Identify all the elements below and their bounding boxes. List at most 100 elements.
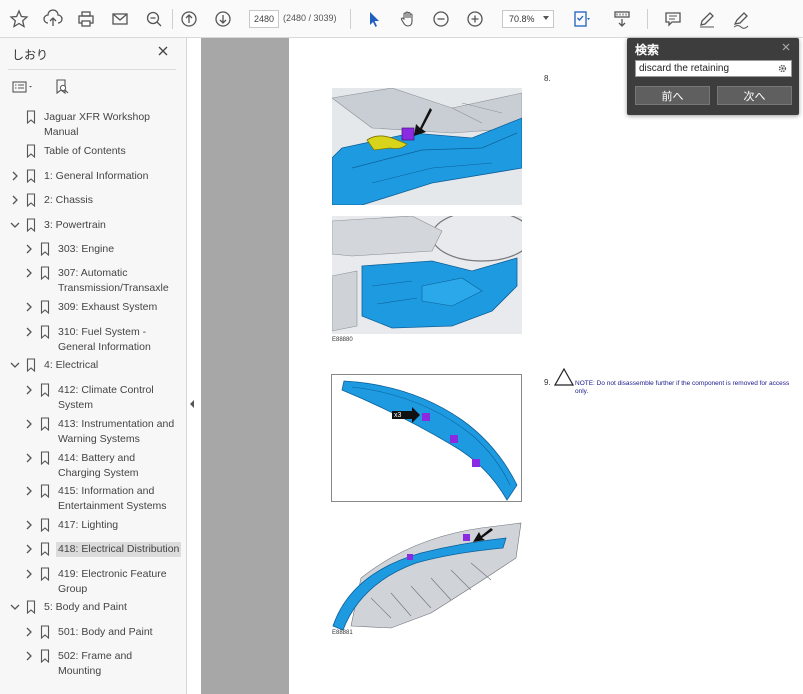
bookmark-label-line: 501: Body and Paint (58, 626, 153, 638)
bookmark-label: 4: Electrical (42, 358, 100, 373)
bookmark-label-line: 310: Fuel System - (58, 326, 147, 338)
find-title: 検索 (635, 43, 660, 57)
bookmark-label: 310: Fuel System - General Information (56, 325, 153, 354)
chevron-right-icon[interactable] (24, 419, 34, 429)
zoom-in-icon[interactable] (462, 6, 488, 32)
chevron-down-icon[interactable] (10, 360, 20, 370)
select-arrow-icon[interactable] (361, 6, 387, 32)
bookmark-label-line: Mounting (58, 664, 102, 677)
chevron-right-icon[interactable] (10, 171, 20, 181)
bookmark-label: 413: Instrumentation and Warning Systems (56, 417, 176, 446)
bookmark-icon (40, 649, 50, 663)
bookmark-label: Jaguar XFR Workshop Manual (42, 110, 152, 139)
bookmark-label: 5: Body and Paint (42, 600, 129, 615)
warning-icon (553, 367, 575, 386)
sign-icon[interactable] (728, 6, 754, 32)
chevron-down-icon[interactable] (10, 602, 20, 612)
bookmark-icon (26, 144, 36, 158)
find-next-button[interactable]: 次へ (717, 86, 792, 105)
fit-page-icon[interactable] (568, 6, 594, 32)
chevron-right-icon[interactable] (24, 244, 34, 254)
chevron-right-icon[interactable] (24, 651, 34, 661)
bookmark-item[interactable]: 412: Climate Control System (0, 383, 186, 413)
bookmark-star-icon[interactable] (6, 6, 32, 32)
bookmark-label-line: 413: Instrumentation and (58, 418, 175, 430)
bookmark-icon (26, 169, 36, 183)
bookmark-label: 419: Electronic Feature Group (56, 567, 169, 596)
bookmark-icon (26, 110, 36, 124)
chevron-right-icon[interactable] (24, 385, 34, 395)
close-icon[interactable] (781, 42, 791, 52)
hand-icon[interactable] (395, 6, 421, 32)
bookmark-label: 502: Frame and Mounting (56, 649, 134, 678)
scroll-mode-icon[interactable] (609, 6, 635, 32)
email-icon[interactable] (107, 6, 133, 32)
bookmark-item[interactable]: 414: Battery and Charging System (0, 451, 186, 481)
bookmark-label-line: 5: Body and Paint (44, 601, 127, 613)
figure-caption: E88881 (332, 630, 353, 636)
chevron-right-icon[interactable] (24, 520, 34, 530)
options-menu-button[interactable] (12, 78, 36, 96)
gear-icon[interactable] (777, 63, 788, 74)
bookmark-item[interactable]: 415: Information and Entertainment System… (0, 484, 186, 514)
find-previous-button[interactable]: 前へ (635, 86, 710, 105)
zoom-select[interactable]: 70.8% (502, 10, 554, 28)
chevron-right-icon[interactable] (10, 195, 20, 205)
find-query: discard the retaining (639, 63, 730, 74)
pdf-page: E88880 8. x3 9. NOTE: Do not disassemble… (289, 38, 803, 694)
bookmark-icon (26, 358, 36, 372)
bookmark-icon (26, 600, 36, 614)
close-icon[interactable] (156, 44, 170, 58)
bookmark-icon (40, 542, 50, 556)
find-input[interactable]: discard the retaining (635, 60, 792, 77)
chevron-right-icon[interactable] (24, 544, 34, 554)
bookmark-label-line: 418: Electrical Distribution (58, 543, 180, 555)
collapse-panel-icon[interactable] (188, 398, 196, 410)
bookmark-search-icon (56, 79, 69, 95)
bookmark-label-line: Warning Systems (58, 432, 140, 445)
bookmark-label-line: 4: Electrical (44, 359, 99, 371)
bookmark-label-line: 412: Climate Control (58, 384, 154, 396)
page-up-icon[interactable] (176, 6, 202, 32)
chevron-right-icon[interactable] (24, 327, 34, 337)
bookmark-item[interactable]: 310: Fuel System - General Information (0, 325, 186, 355)
bookmark-item[interactable]: 502: Frame and Mounting (0, 649, 186, 679)
comment-icon[interactable] (660, 6, 686, 32)
document-viewport[interactable]: E88880 8. x3 9. NOTE: Do not disassemble… (201, 38, 803, 694)
chevron-right-icon[interactable] (24, 453, 34, 463)
bookmark-label-line: 303: Engine (58, 243, 115, 255)
bookmark-icon (40, 242, 50, 256)
chevron-right-icon[interactable] (24, 569, 34, 579)
find-bookmark-button[interactable] (54, 78, 70, 96)
chevron-down-icon (543, 16, 549, 20)
bookmark-item[interactable]: Jaguar XFR Workshop Manual (0, 110, 186, 140)
bookmark-icon (26, 193, 36, 207)
page-down-icon[interactable] (210, 6, 236, 32)
bookmark-item[interactable]: 419: Electronic Feature Group (0, 567, 186, 597)
bookmark-label: 303: Engine (56, 242, 116, 257)
toolbar-separator (350, 9, 351, 29)
figure-e88880-top (332, 88, 522, 205)
bookmark-label: 2: Chassis (42, 193, 95, 208)
bookmark-item[interactable]: 307: Automatic Transmission/Transaxle (0, 266, 186, 296)
page-number-input[interactable]: 2480 (249, 10, 279, 28)
bookmark-item[interactable]: 413: Instrumentation and Warning Systems (0, 417, 186, 447)
print-icon[interactable] (73, 6, 99, 32)
note-text: NOTE: Do not disassemble further if the … (575, 380, 790, 395)
chevron-right-icon[interactable] (24, 302, 34, 312)
bookmark-label-line: 1: General Information (44, 170, 149, 182)
toolbar-separator (647, 9, 648, 29)
zoom-search-icon[interactable] (141, 6, 167, 32)
pen-icon[interactable] (694, 6, 720, 32)
chevron-right-icon[interactable] (24, 486, 34, 496)
zoom-out-icon[interactable] (428, 6, 454, 32)
upload-icon[interactable] (40, 6, 66, 32)
callout-count: x3 (394, 412, 402, 419)
chevron-down-icon[interactable] (10, 220, 20, 230)
toolbar-separator (172, 9, 173, 29)
step-number: 9. (544, 378, 551, 387)
figure-trim-panel: x3 (331, 374, 522, 502)
chevron-right-icon[interactable] (24, 627, 34, 637)
chevron-right-icon[interactable] (24, 268, 34, 278)
panel-title: しおり (12, 48, 49, 62)
